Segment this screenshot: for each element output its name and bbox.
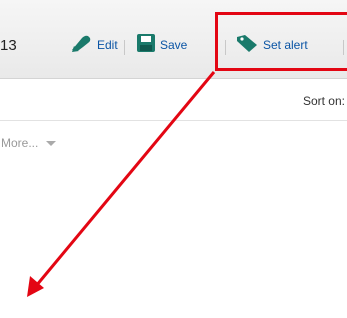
annotation-arrow (27, 71, 216, 297)
